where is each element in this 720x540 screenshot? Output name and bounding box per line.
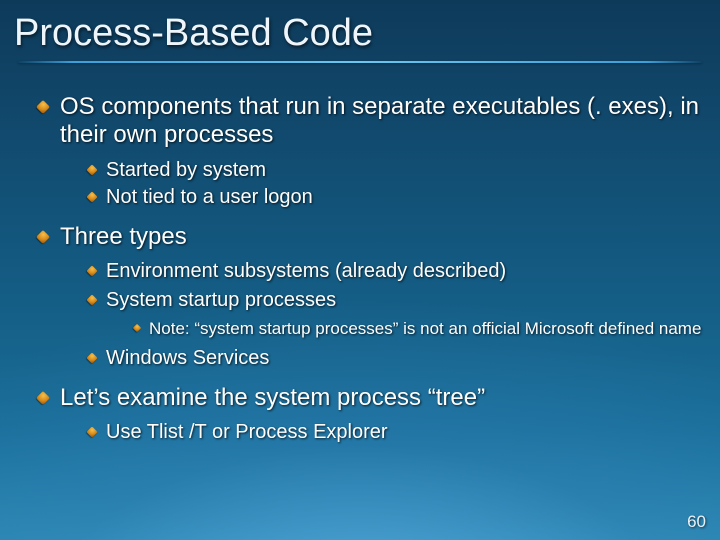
bullet-text: Three types — [60, 223, 187, 250]
bullet-l1: Three types Environment subsystems (alre… — [38, 223, 702, 372]
slide-title: Process-Based Code — [14, 12, 702, 55]
bullet-text: Let’s examine the system process “tree” — [60, 384, 485, 411]
bullet-l2: Windows Services — [88, 346, 702, 372]
bullet-list-level2: Started by system Not tied to a user log… — [88, 158, 702, 211]
bullet-l1: OS components that run in separate execu… — [38, 93, 702, 211]
page-number: 60 — [687, 512, 706, 532]
bullet-text: Windows Services — [106, 347, 269, 369]
bullet-l2: Use Tlist /T or Process Explorer — [88, 420, 702, 446]
bullet-l2: Environment subsystems (already describe… — [88, 259, 702, 285]
bullet-text: Use Tlist /T or Process Explorer — [106, 421, 388, 443]
bullet-l2: Not tied to a user logon — [88, 185, 702, 211]
bullet-list-level2: Use Tlist /T or Process Explorer — [88, 420, 702, 446]
bullet-l3: Note: “system startup processes” is not … — [134, 319, 702, 340]
bullet-text: Not tied to a user logon — [106, 186, 313, 208]
bullet-l1: Let’s examine the system process “tree” … — [38, 384, 702, 446]
bullet-text: Note: “system startup processes” is not … — [149, 319, 701, 338]
bullet-list-level2: Environment subsystems (already describe… — [88, 259, 702, 372]
bullet-list-level3: Note: “system startup processes” is not … — [134, 319, 702, 340]
bullet-text: OS components that run in separate execu… — [60, 93, 699, 148]
bullet-l2: System startup processes Note: “system s… — [88, 288, 702, 340]
bullet-text: Started by system — [106, 159, 266, 181]
title-underline — [18, 61, 702, 63]
bullet-text: System startup processes — [106, 289, 336, 311]
slide: Process-Based Code OS components that ru… — [0, 0, 720, 540]
bullet-text: Environment subsystems (already describe… — [106, 260, 506, 282]
bullet-list-level1: OS components that run in separate execu… — [38, 93, 702, 446]
bullet-l2: Started by system — [88, 158, 702, 184]
